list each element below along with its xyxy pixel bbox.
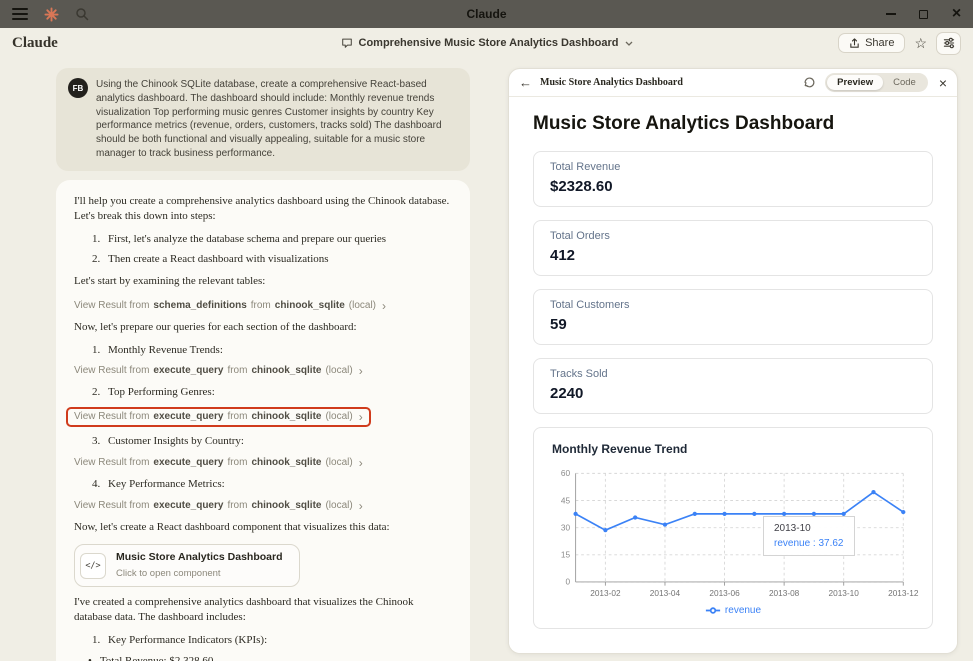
tool-result-link[interactable]: View Result from schema_definitions from…	[74, 299, 386, 313]
preview-code-toggle: Preview Code	[825, 73, 928, 92]
svg-text:45: 45	[561, 496, 571, 505]
svg-text:2013-12: 2013-12	[888, 589, 919, 598]
tables-line: Let's start by examining the relevant ta…	[74, 274, 452, 290]
share-icon	[849, 38, 860, 49]
conversation-title: Comprehensive Music Store Analytics Dash…	[359, 37, 619, 49]
legend-line-icon	[705, 606, 721, 615]
sliders-icon	[943, 37, 955, 49]
component-card-title: Music Store Analytics Dashboard	[116, 550, 283, 565]
refresh-icon[interactable]	[803, 76, 816, 89]
revenue-chart: 0 15 30 45 60 2013-02 2013-04 2013-06 2013-08 201…	[548, 466, 918, 602]
summary-line: I've created a comprehensive analytics d…	[74, 595, 452, 626]
section-heading: 4. Key Performance Metrics:	[92, 477, 452, 493]
dashboard-preview: Music Store Analytics Dashboard Total Re…	[509, 97, 957, 653]
section-heading: 1. Monthly Revenue Trends:	[92, 343, 452, 359]
share-label: Share	[865, 37, 894, 49]
chevron-down-icon	[625, 41, 633, 46]
component-line: Now, let's create a React dashboard comp…	[74, 520, 452, 536]
svg-text:60: 60	[561, 469, 571, 478]
section-heading: 3. Customer Insights by Country:	[92, 434, 452, 450]
chevron-right-icon: ›	[382, 300, 386, 312]
close-artifact-icon[interactable]: ×	[939, 76, 947, 90]
chevron-right-icon: ›	[359, 500, 363, 512]
maximize-icon	[919, 10, 928, 19]
maximize-button[interactable]	[907, 0, 940, 28]
svg-text:2013-02: 2013-02	[590, 589, 621, 598]
artifact-component-card[interactable]: </> Music Store Analytics Dashboard Clic…	[74, 544, 300, 586]
artifact-title: Music Store Analytics Dashboard	[540, 77, 683, 88]
kpi-card-total-revenue: Total Revenue $2328.60	[533, 151, 933, 207]
conversation-title-menu[interactable]: Comprehensive Music Store Analytics Dash…	[341, 37, 633, 49]
app-header: Claude Comprehensive Music Store Analyti…	[0, 28, 973, 58]
revenue-line-chart: 0 15 30 45 60 2013-02 2013-04 2013-06 2013-08 201…	[548, 466, 918, 602]
user-message-text: Using the Chinook SQLite database, creat…	[96, 78, 458, 161]
chevron-right-icon: ›	[359, 411, 363, 423]
kpi-card-tracks-sold: Tracks Sold 2240	[533, 358, 933, 414]
legend-label: revenue	[725, 605, 761, 616]
assistant-intro: I'll help you create a comprehensive ana…	[74, 194, 452, 225]
chat-pane: FB Using the Chinook SQLite database, cr…	[56, 68, 470, 661]
star-icon[interactable]: ☆	[914, 36, 927, 50]
revenue-trend-chart-card: Monthly Revenue Trend 0 15 30 45 60 2013-02 20…	[533, 427, 933, 629]
artifact-panel: ← Music Store Analytics Dashboard Previe…	[508, 68, 958, 654]
svg-text:2013-10: 2013-10	[829, 589, 860, 598]
svg-text:2013-04: 2013-04	[650, 589, 681, 598]
kpi-bullet: Total Revenue: $2,328.60	[88, 654, 452, 661]
svg-text:0: 0	[565, 578, 570, 587]
chevron-right-icon: ›	[359, 457, 363, 469]
svg-text:2013-08: 2013-08	[769, 589, 800, 598]
tool-result-link[interactable]: View Result from execute_query from chin…	[74, 456, 363, 470]
tab-code[interactable]: Code	[883, 75, 926, 90]
svg-text:2013-06: 2013-06	[709, 589, 740, 598]
section-heading: 2. Top Performing Genres:	[92, 385, 452, 401]
svg-text:15: 15	[561, 551, 571, 560]
chart-area: 0 15 30 45 60 2013-02 2013-04 2013-06 2013-08 201…	[548, 466, 918, 602]
assistant-message: I'll help you create a comprehensive ana…	[56, 180, 470, 661]
tool-result-link[interactable]: View Result from execute_query from chin…	[74, 499, 363, 513]
close-window-button[interactable]: ×	[940, 0, 973, 28]
chart-tooltip: 2013-10 revenue : 37.62	[763, 516, 855, 556]
user-message: FB Using the Chinook SQLite database, cr…	[56, 68, 470, 171]
artifact-header: ← Music Store Analytics Dashboard Previe…	[509, 69, 957, 97]
back-arrow-icon[interactable]: ←	[519, 76, 532, 89]
tool-result-link-highlighted[interactable]: View Result from execute_query from chin…	[66, 407, 371, 427]
claude-logo-icon	[44, 7, 59, 22]
chart-title: Monthly Revenue Trend	[552, 442, 918, 456]
component-card-subtitle: Click to open component	[116, 567, 283, 580]
minimize-button[interactable]	[874, 0, 907, 28]
claude-wordmark: Claude	[12, 35, 58, 52]
share-button[interactable]: Share	[838, 33, 905, 53]
hamburger-menu-icon[interactable]	[12, 8, 28, 20]
svg-text:30: 30	[561, 523, 571, 532]
user-avatar: FB	[68, 78, 88, 98]
window-titlebar: Claude ×	[0, 0, 973, 28]
chat-bubble-icon	[341, 37, 353, 49]
dashboard-title: Music Store Analytics Dashboard	[533, 113, 933, 135]
chart-legend: revenue	[548, 605, 918, 616]
code-icon: </>	[80, 553, 106, 579]
chevron-right-icon: ›	[359, 365, 363, 377]
close-icon: ×	[952, 6, 961, 22]
settings-sliders-button[interactable]	[936, 32, 961, 55]
minimize-icon	[886, 13, 896, 15]
window-title: Claude	[0, 7, 973, 21]
tab-preview[interactable]: Preview	[827, 75, 883, 90]
queries-line: Now, let's prepare our queries for each …	[74, 320, 452, 336]
tool-result-link[interactable]: View Result from execute_query from chin…	[74, 364, 363, 378]
kpi-section-heading: 1. Key Performance Indicators (KPIs):	[92, 633, 452, 649]
step-item: 1. First, let's analyze the database sch…	[92, 232, 452, 248]
kpi-card-total-customers: Total Customers 59	[533, 289, 933, 345]
kpi-card-total-orders: Total Orders 412	[533, 220, 933, 276]
main-content: FB Using the Chinook SQLite database, cr…	[0, 58, 973, 661]
step-item: 2. Then create a React dashboard with vi…	[92, 252, 452, 268]
search-icon[interactable]	[75, 7, 89, 21]
